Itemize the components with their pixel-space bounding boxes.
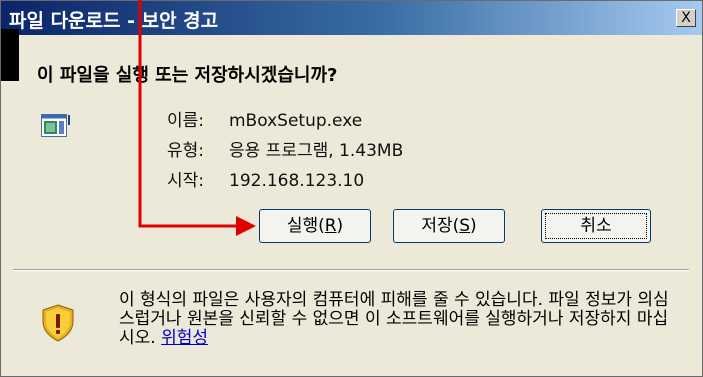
- file-type-value: 응용 프로그램, 1.43MB: [229, 141, 404, 161]
- risk-link[interactable]: 위험성: [161, 328, 208, 348]
- run-button-key: R: [324, 216, 337, 236]
- save-button-label: 저장: [421, 216, 453, 236]
- application-file-icon: [41, 114, 71, 144]
- save-button-key: S: [459, 216, 471, 236]
- file-type-label: 유형:: [167, 141, 205, 161]
- file-from-row: 시작: 192.168.123.10: [167, 166, 364, 191]
- close-button[interactable]: X: [676, 9, 696, 27]
- question-text: 이 파일을 실행 또는 저장하시겠습니까?: [37, 65, 338, 86]
- run-button[interactable]: 실행(R): [259, 209, 371, 243]
- file-from-label: 시작:: [167, 171, 205, 191]
- file-download-dialog: 파일 다운로드 - 보안 경고 X 이 파일을 실행 또는 저장하시겠습니까? …: [0, 0, 703, 377]
- file-name-label: 이름:: [167, 111, 205, 131]
- cancel-button[interactable]: 취소: [541, 209, 651, 243]
- black-overlay-block: [1, 29, 19, 81]
- file-from-value: 192.168.123.10: [229, 171, 365, 191]
- save-button[interactable]: 저장(S): [393, 209, 505, 243]
- file-type-row: 유형: 응용 프로그램, 1.43MB: [167, 136, 403, 161]
- cancel-button-label: 취소: [580, 216, 612, 236]
- window-title: 파일 다운로드 - 보안 경고: [9, 10, 219, 32]
- shield-warning-icon: [41, 304, 75, 346]
- file-name-row: 이름: mBoxSetup.exe: [167, 106, 362, 131]
- file-name-value: mBoxSetup.exe: [229, 111, 363, 131]
- warning-message: 이 형식의 파일은 사용자의 컴퓨터에 피해를 줄 수 있습니다. 파일 정보가…: [119, 291, 679, 348]
- run-button-label: 실행: [286, 216, 319, 236]
- title-bar[interactable]: 파일 다운로드 - 보안 경고 X: [1, 1, 702, 35]
- separator-line: [13, 269, 689, 271]
